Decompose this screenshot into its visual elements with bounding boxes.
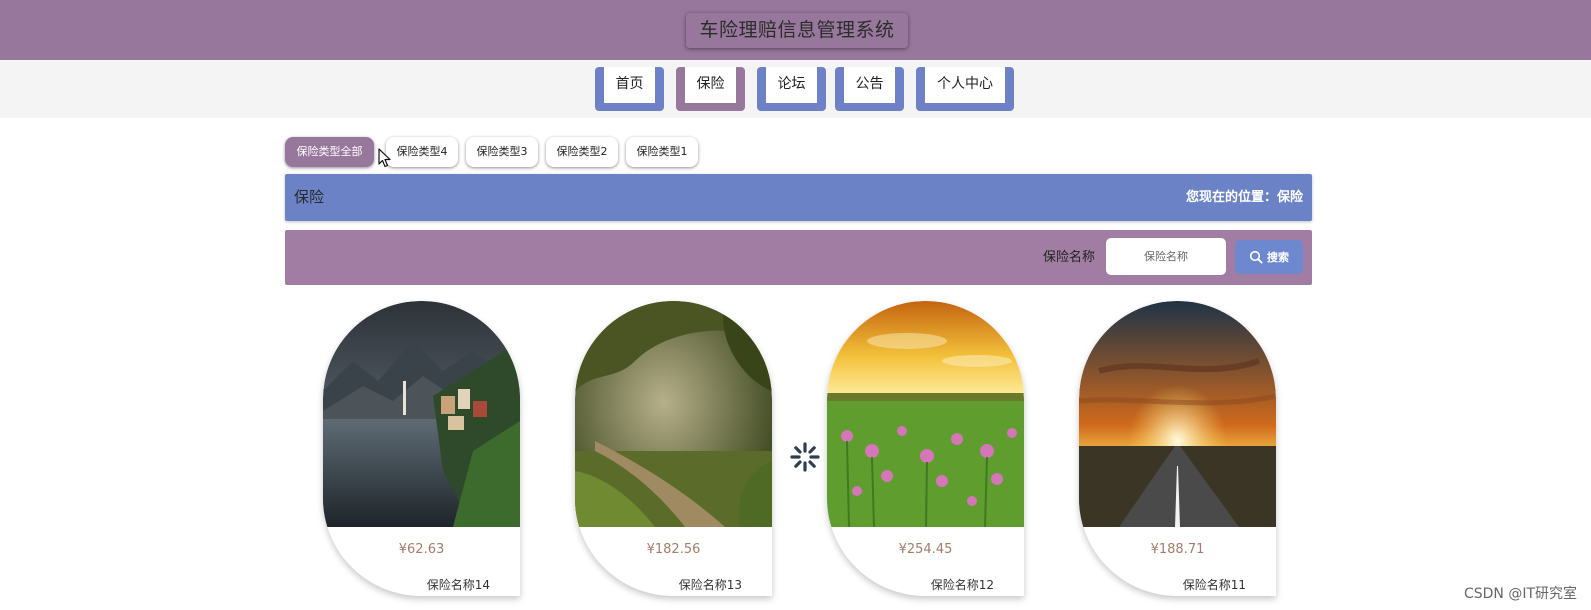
- nav-item-label: 公告: [844, 67, 895, 103]
- forest-path-photo: [575, 301, 772, 527]
- nav-item-insurance[interactable]: 保险: [676, 67, 745, 111]
- category-type-4[interactable]: 保险类型4: [386, 137, 458, 167]
- search-button-label: 搜索: [1267, 251, 1289, 264]
- category-type-3[interactable]: 保险类型3: [466, 137, 538, 167]
- loading-spinner-icon: [790, 442, 820, 472]
- category-all[interactable]: 保险类型全部: [285, 137, 374, 167]
- product-name: 保险名称11: [1182, 578, 1246, 592]
- search-icon: [1249, 250, 1263, 264]
- sunset-flower-field-photo: [827, 301, 1024, 527]
- site-title: 车险理赔信息管理系统: [686, 13, 908, 48]
- nav-item-label: 保险: [685, 67, 736, 103]
- product-card[interactable]: ¥62.63 保险名称14: [323, 301, 520, 596]
- nav-item-label: 论坛: [766, 67, 817, 103]
- nav-item-home[interactable]: 首页: [595, 67, 664, 111]
- sunset-road-photo: [1079, 301, 1276, 527]
- nav-item-label: 个人中心: [925, 67, 1005, 103]
- category-type-1[interactable]: 保险类型1: [626, 137, 698, 167]
- breadcrumb: 您现在的位置：保险: [1185, 190, 1303, 205]
- product-name: 保险名称13: [678, 578, 742, 592]
- lakeside-village-photo: [323, 301, 520, 527]
- nav-item-profile[interactable]: 个人中心: [916, 67, 1014, 111]
- product-card[interactable]: ¥188.71 保险名称11: [1079, 301, 1276, 596]
- nav-item-announcements[interactable]: 公告: [835, 67, 904, 111]
- nav-item-forum[interactable]: 论坛: [757, 67, 826, 111]
- nav-item-label: 首页: [604, 67, 655, 103]
- header-bar: 车险理赔信息管理系统: [0, 0, 1591, 60]
- mouse-cursor-icon: [378, 148, 391, 168]
- search-button[interactable]: 搜索: [1235, 240, 1303, 274]
- product-card[interactable]: ¥182.56 保险名称13: [575, 301, 772, 596]
- section-header: 保险 您现在的位置：保险: [285, 174, 1312, 221]
- search-input[interactable]: [1106, 238, 1226, 275]
- watermark: CSDN @IT研究室: [1463, 586, 1577, 602]
- section-title: 保险: [294, 188, 325, 206]
- product-price: ¥188.71: [1150, 542, 1205, 557]
- product-price: ¥62.63: [398, 542, 445, 557]
- search-field-label: 保险名称: [1042, 250, 1095, 265]
- product-price: ¥254.45: [898, 542, 953, 557]
- product-price: ¥182.56: [646, 542, 701, 557]
- product-name: 保险名称12: [930, 578, 994, 592]
- page: 车险理赔信息管理系统 首页 保险 论坛 公告 个人中心 保险类型全部 保险类型4…: [0, 0, 1591, 610]
- search-bar: 保险名称 搜索: [285, 230, 1312, 285]
- category-type-2[interactable]: 保险类型2: [546, 137, 618, 167]
- product-card[interactable]: ¥254.45 保险名称12: [827, 301, 1024, 596]
- product-name: 保险名称14: [426, 578, 490, 592]
